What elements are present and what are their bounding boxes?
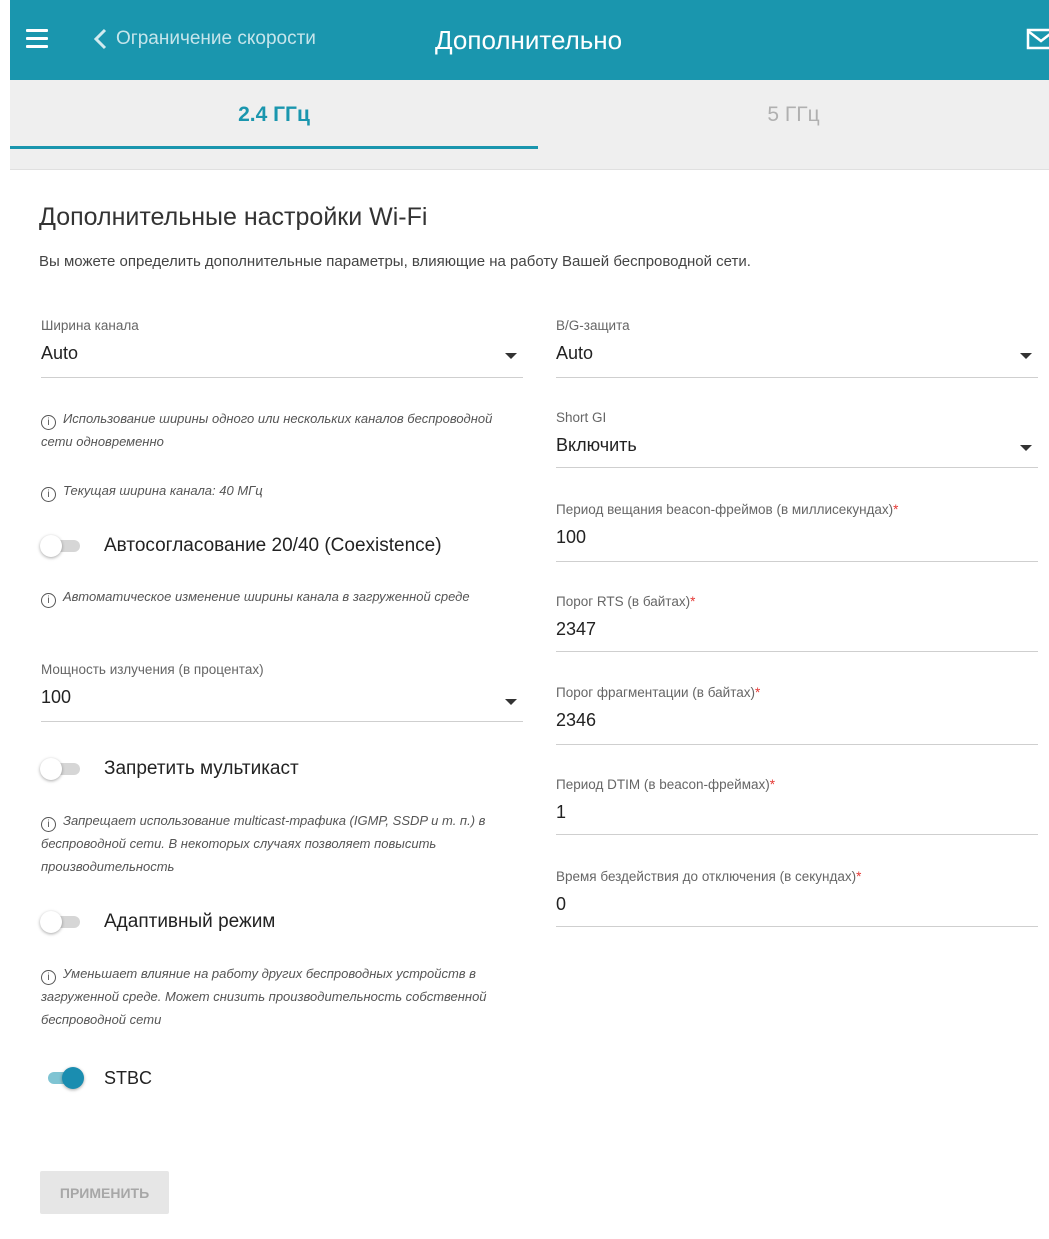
- chevron-down-icon: [1020, 445, 1032, 451]
- chevron-down-icon: [1020, 353, 1032, 359]
- chevron-down-icon: [505, 699, 517, 705]
- multicast-hint-text: Запрещает использование multicast-трафик…: [41, 813, 486, 874]
- mail-icon[interactable]: [1026, 28, 1049, 50]
- coexistence-toggle-row[interactable]: Автосогласование 20/40 (Coexistence): [40, 535, 442, 557]
- stbc-label: STBC: [104, 1067, 153, 1088]
- inactivity-timeout-value: 0: [556, 894, 567, 914]
- coexistence-toggle[interactable]: [40, 535, 82, 557]
- field-underline: [556, 834, 1038, 835]
- coexistence-label: Автосогласование 20/40 (Coexistence): [104, 535, 442, 556]
- page-title: Дополнительно: [435, 25, 623, 55]
- band-tabs: 2.4 ГГц 5 ГГц: [10, 80, 1049, 170]
- required-mark: *: [893, 502, 899, 517]
- info-icon: i: [41, 817, 56, 832]
- beacon-period-input[interactable]: Период вещания beacon-фреймов (в миллисе…: [556, 501, 1038, 563]
- field-underline: [556, 467, 1038, 468]
- multicast-label: Запретить мультикаст: [104, 758, 299, 779]
- section-title: Дополнительные настройки Wi-Fi: [39, 203, 428, 231]
- short-gi-select[interactable]: Short GI Включить: [556, 409, 1038, 471]
- channel-width-label: Ширина канала: [41, 318, 139, 333]
- adaptive-hint: i Уменьшает влияние на работу других бесп…: [41, 962, 531, 1031]
- short-gi-label: Short GI: [556, 410, 607, 425]
- adaptive-toggle-row[interactable]: Адаптивный режим: [40, 911, 275, 933]
- section-description: Вы можете определить дополнительные пара…: [39, 253, 751, 270]
- current-width-hint-text: Текущая ширина канала: 40 МГц: [63, 483, 263, 498]
- required-mark: *: [769, 777, 776, 792]
- fragmentation-threshold-input[interactable]: Порог фрагментации (в байтах)* 2346: [556, 684, 1038, 746]
- rts-threshold-label: Порог RTS (в байтах): [556, 594, 691, 609]
- dtim-period-value: 1: [556, 802, 567, 822]
- rts-threshold-input[interactable]: Порог RTS (в байтах)* 2347: [556, 593, 1038, 655]
- info-icon: i: [41, 415, 56, 430]
- beacon-period-value: 100: [556, 527, 587, 547]
- beacon-period-label: Период вещания beacon-фреймов (в миллисе…: [556, 502, 894, 517]
- info-icon: i: [41, 593, 56, 608]
- chevron-down-icon: [505, 353, 517, 359]
- multicast-toggle-row[interactable]: Запретить мультикаст: [40, 758, 299, 780]
- short-gi-value: Включить: [556, 435, 637, 455]
- field-underline: [41, 721, 523, 722]
- multicast-toggle[interactable]: [40, 758, 82, 780]
- channel-width-hint-text: Использование ширины одного или нескольк…: [41, 411, 493, 449]
- dtim-period-label: Период DTIM (в beacon-фреймах): [556, 777, 770, 792]
- adaptive-hint-text: Уменьшает влияние на работу других беспр…: [41, 966, 487, 1027]
- inactivity-timeout-label: Время бездействия до отключения (в секун…: [556, 869, 857, 884]
- coexistence-hint: i Автоматическое изменение ширины канала …: [41, 585, 523, 608]
- info-icon: i: [41, 487, 56, 502]
- field-underline: [556, 377, 1038, 378]
- fragmentation-threshold-value: 2346: [556, 710, 597, 730]
- apply-button[interactable]: ПРИМЕНИТЬ: [40, 1171, 169, 1214]
- active-tab-indicator: [10, 146, 538, 149]
- required-mark: *: [754, 685, 761, 700]
- settings-content: Дополнительные настройки Wi-Fi Вы можете…: [10, 171, 1049, 1239]
- inactivity-timeout-input[interactable]: Время бездействия до отключения (в секун…: [556, 868, 1038, 930]
- tx-power-label: Мощность излучения (в процентах): [41, 662, 264, 677]
- field-underline: [41, 377, 523, 378]
- required-mark: *: [690, 594, 696, 609]
- menu-icon[interactable]: [26, 29, 48, 49]
- tab-5-ghz[interactable]: 5 ГГц: [538, 80, 1049, 150]
- field-underline: [556, 651, 1038, 652]
- fragmentation-threshold-label: Порог фрагментации (в байтах): [556, 685, 755, 700]
- tab-2-4-ghz[interactable]: 2.4 ГГц: [10, 80, 538, 150]
- chevron-left-icon: [93, 28, 107, 50]
- coexistence-hint-text: Автоматическое изменение ширины канала в…: [63, 589, 470, 604]
- dtim-period-input[interactable]: Период DTIM (в beacon-фреймах)* 1: [556, 776, 1038, 838]
- bg-protection-label: B/G-защита: [556, 318, 630, 333]
- channel-width-select[interactable]: Ширина канала Auto: [41, 317, 523, 379]
- tx-power-select[interactable]: Мощность излучения (в процентах) 100: [41, 661, 523, 723]
- back-link[interactable]: Ограничение скорости: [90, 27, 316, 51]
- current-width-hint: i Текущая ширина канала: 40 МГц: [41, 479, 523, 502]
- channel-width-hint: i Использование ширины одного или несколь…: [41, 407, 523, 453]
- multicast-hint: i Запрещает использование multicast-трафи…: [41, 809, 531, 878]
- rts-threshold-value: 2347: [556, 619, 597, 639]
- required-mark: *: [856, 869, 862, 884]
- back-link-label: Ограничение скорости: [116, 28, 316, 49]
- adaptive-label: Адаптивный режим: [104, 911, 276, 932]
- stbc-toggle-row[interactable]: STBC: [42, 1067, 152, 1089]
- field-underline: [556, 926, 1038, 927]
- channel-width-value: Auto: [41, 343, 79, 363]
- bg-protection-select[interactable]: B/G-защита Auto: [556, 317, 1038, 379]
- top-bar: Ограничение скорости Дополнительно: [10, 0, 1049, 80]
- stbc-toggle[interactable]: [42, 1067, 84, 1089]
- adaptive-toggle[interactable]: [40, 911, 82, 933]
- field-underline: [556, 561, 1038, 562]
- bg-protection-value: Auto: [556, 343, 594, 363]
- field-underline: [556, 744, 1038, 745]
- tx-power-value: 100: [41, 687, 72, 707]
- info-icon: i: [41, 970, 56, 985]
